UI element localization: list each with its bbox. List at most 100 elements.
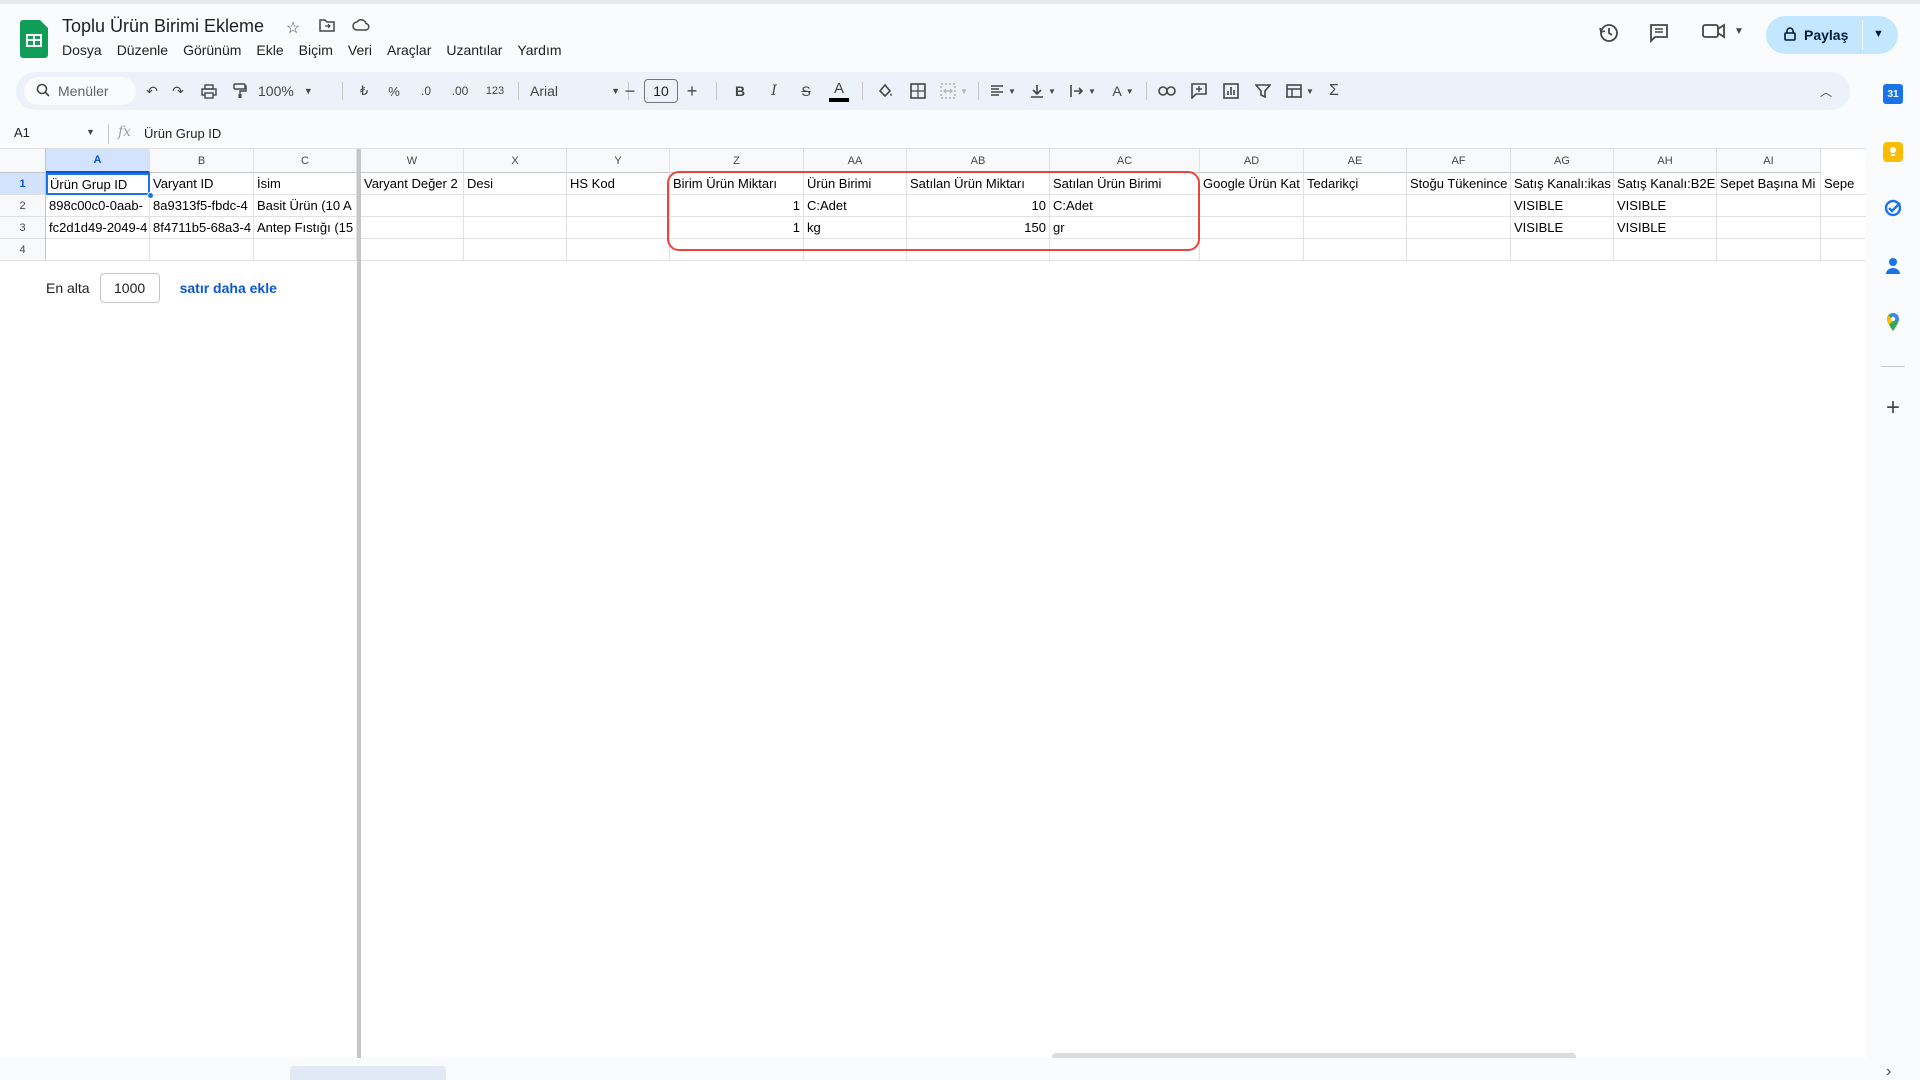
cell-a2[interactable]: 898c00c0-0aab- — [46, 195, 150, 217]
cell-c2[interactable]: Basit Ürün (10 A — [254, 195, 357, 217]
cell-ag4[interactable] — [1511, 239, 1614, 261]
menu-ekle[interactable]: Ekle — [256, 42, 290, 58]
keep-icon[interactable] — [1883, 142, 1903, 162]
cell-x4[interactable] — [464, 239, 567, 261]
row-header-3[interactable]: 3 — [0, 217, 46, 239]
italic-icon[interactable]: I — [762, 72, 786, 110]
filter-icon[interactable] — [1250, 72, 1276, 110]
percent-format-button[interactable]: % — [384, 72, 404, 110]
star-icon[interactable]: ☆ — [283, 18, 303, 38]
meet-icon[interactable]: ▼ — [1702, 22, 1744, 40]
comments-icon[interactable] — [1648, 22, 1670, 44]
formula-input[interactable]: Ürün Grup ID — [144, 126, 221, 141]
column-header-ab[interactable]: AB — [907, 149, 1050, 173]
cell-aj3[interactable] — [1821, 217, 1866, 239]
menu-uzantilar[interactable]: Uzantılar — [446, 42, 509, 58]
cell-a1[interactable]: Ürün Grup ID — [46, 173, 150, 195]
column-header-ag[interactable]: AG — [1511, 149, 1614, 173]
cell-ah2[interactable]: VISIBLE — [1614, 195, 1717, 217]
cell-y4[interactable] — [567, 239, 670, 261]
decrease-decimal-button[interactable]: .0 — [412, 72, 440, 110]
cell-af1[interactable]: Stoğu Tükenince — [1407, 173, 1511, 195]
increase-decimal-button[interactable]: .00 — [444, 72, 476, 110]
borders-icon[interactable] — [906, 72, 930, 110]
cell-ag1[interactable]: Satış Kanalı:ikas — [1511, 173, 1614, 195]
add-rows-count-input[interactable]: 1000 — [99, 273, 160, 303]
cell-af2[interactable] — [1407, 195, 1511, 217]
cell-ai2[interactable] — [1717, 195, 1821, 217]
column-header-ac[interactable]: AC — [1050, 149, 1200, 173]
paint-format-icon[interactable] — [228, 72, 252, 110]
column-header-ad[interactable]: AD — [1200, 149, 1304, 173]
maps-icon[interactable] — [1883, 312, 1903, 332]
menu-duzenle[interactable]: Düzenle — [117, 42, 175, 58]
cell-aj4[interactable] — [1821, 239, 1866, 261]
name-box[interactable]: A1 — [14, 125, 30, 140]
cell-ah1[interactable]: Satış Kanalı:B2E — [1614, 173, 1717, 195]
undo-icon[interactable]: ↶ — [140, 72, 164, 110]
sheet-grid[interactable]: A B C W X Y Z AA AB AC AD AE AF AG AH AI 1 Ürün Grup ID Va… — [0, 148, 1866, 1058]
cell-x1[interactable]: Desi — [464, 173, 567, 195]
column-header-y[interactable]: Y — [567, 149, 670, 173]
column-header-x[interactable]: X — [464, 149, 567, 173]
column-header-b[interactable]: B — [150, 149, 254, 173]
column-header-ae[interactable]: AE — [1304, 149, 1407, 173]
row-header-1[interactable]: 1 — [0, 173, 46, 195]
add-addon-icon[interactable]: + — [1883, 394, 1903, 421]
select-all-corner[interactable] — [0, 149, 46, 173]
row-header-2[interactable]: 2 — [0, 195, 46, 217]
menu-dosya[interactable]: Dosya — [62, 42, 109, 58]
chevron-down-icon[interactable]: ▼ — [86, 127, 95, 137]
cloud-status-icon[interactable] — [351, 18, 371, 38]
merge-cells-icon[interactable]: ▼ — [936, 72, 972, 110]
cell-aj2[interactable] — [1821, 195, 1866, 217]
menu-search[interactable]: Menüler — [24, 77, 136, 105]
text-wrapping-icon[interactable]: ▼ — [1066, 72, 1100, 110]
vertical-align-icon[interactable]: ▼ — [1026, 72, 1060, 110]
cell-ai4[interactable] — [1717, 239, 1821, 261]
cell-af4[interactable] — [1407, 239, 1511, 261]
share-options-icon[interactable]: ▼ — [1873, 28, 1884, 40]
cell-y3[interactable] — [567, 217, 670, 239]
menu-gorunum[interactable]: Görünüm — [183, 42, 248, 58]
cell-ai1[interactable]: Sepet Başına Mi — [1717, 173, 1821, 195]
collapse-toolbar-icon[interactable]: ︿ — [1814, 72, 1838, 110]
cell-x3[interactable] — [464, 217, 567, 239]
cell-ae4[interactable] — [1304, 239, 1407, 261]
cell-b2[interactable]: 8a9313f5-fbdc-4 — [150, 195, 254, 217]
menu-bicim[interactable]: Biçim — [299, 42, 340, 58]
cell-w4[interactable] — [361, 239, 464, 261]
fill-handle[interactable] — [147, 192, 154, 199]
column-header-ai[interactable]: AI — [1717, 149, 1821, 173]
cell-y1[interactable]: HS Kod — [567, 173, 670, 195]
cell-a3[interactable]: fc2d1d49-2049-4 — [46, 217, 150, 239]
menu-araclar[interactable]: Araçlar — [387, 42, 438, 58]
cell-b4[interactable] — [150, 239, 254, 261]
cell-b1[interactable]: Varyant ID — [150, 173, 254, 195]
column-header-c[interactable]: C — [254, 149, 357, 173]
expand-panel-icon[interactable]: › — [1886, 1063, 1891, 1080]
contacts-icon[interactable] — [1883, 256, 1903, 276]
insert-link-icon[interactable] — [1154, 72, 1180, 110]
share-button[interactable]: Paylaş ▼ — [1766, 16, 1898, 54]
column-header-ah[interactable]: AH — [1614, 149, 1717, 173]
insert-comment-icon[interactable] — [1186, 72, 1212, 110]
row-header-4[interactable]: 4 — [0, 239, 46, 261]
horizontal-align-icon[interactable]: ▼ — [986, 72, 1020, 110]
text-color-icon[interactable]: A — [826, 72, 852, 110]
cell-ad4[interactable] — [1200, 239, 1304, 261]
cell-ad1[interactable]: Google Ürün Kat — [1200, 173, 1304, 195]
cell-c3[interactable]: Antep Fıstığı (15 — [254, 217, 357, 239]
cell-ai3[interactable] — [1717, 217, 1821, 239]
cell-ae2[interactable] — [1304, 195, 1407, 217]
column-header-z[interactable]: Z — [670, 149, 804, 173]
version-history-icon[interactable] — [1598, 22, 1620, 44]
menu-yardim[interactable]: Yardım — [517, 42, 568, 58]
text-rotation-icon[interactable]: A ▼ — [1106, 72, 1140, 110]
meet-caret-icon[interactable]: ▼ — [1734, 26, 1744, 37]
cell-aj1[interactable]: Sepe — [1821, 173, 1866, 195]
insert-chart-icon[interactable] — [1218, 72, 1244, 110]
functions-icon[interactable]: Σ — [1322, 72, 1346, 110]
menu-veri[interactable]: Veri — [348, 42, 379, 58]
currency-format-button[interactable]: ₺ — [354, 72, 374, 110]
